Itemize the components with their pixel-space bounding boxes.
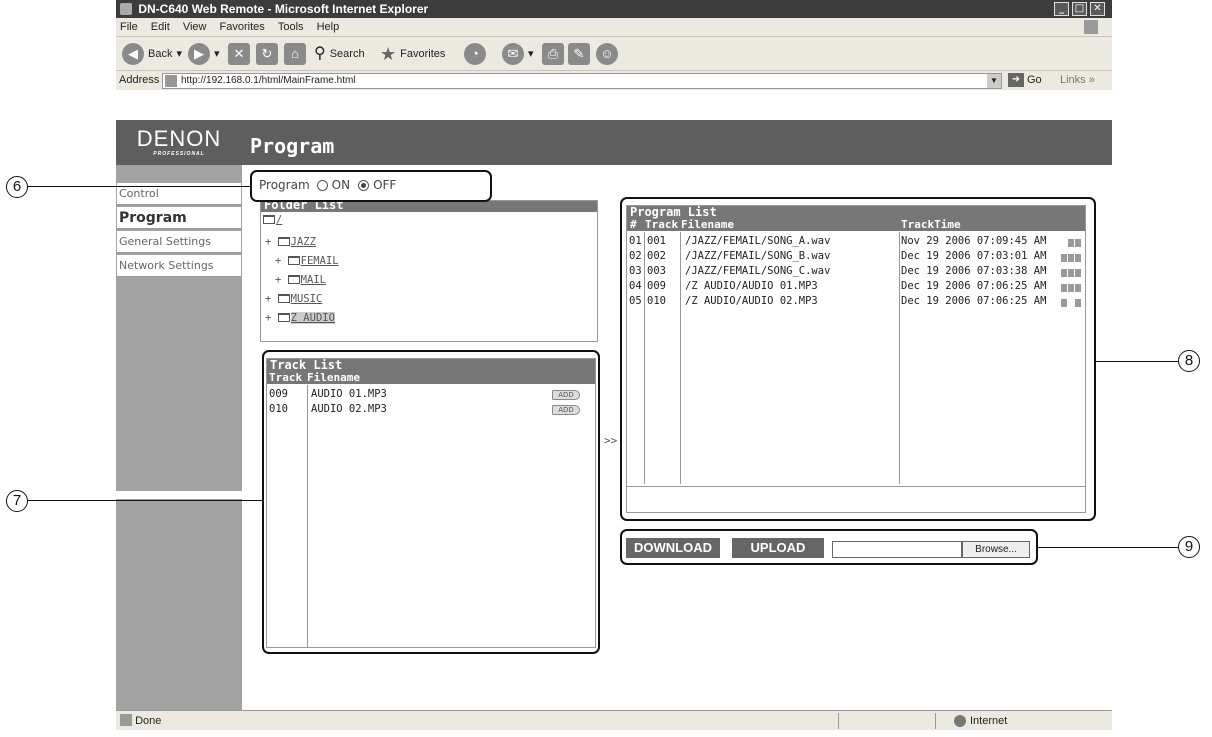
callout-6-box: [250, 170, 492, 202]
go-arrow-icon: ➜: [1008, 73, 1024, 87]
history-icon: ◔: [464, 43, 486, 65]
folder-list-title: Folder List: [261, 201, 597, 212]
sidebar-item-program[interactable]: Program: [117, 207, 241, 229]
callout-6-line: [28, 186, 250, 187]
sidebar-item-general-settings[interactable]: General Settings: [117, 231, 241, 253]
sidebar-divider: [116, 491, 242, 499]
folder-root[interactable]: /: [263, 214, 282, 226]
menu-help[interactable]: Help: [317, 21, 340, 33]
ie-icon: [120, 3, 132, 15]
go-button[interactable]: ➜ Go: [1008, 73, 1042, 87]
toolbar: ◀ Back ▾ ▶ ▾ ✕ ↻ ⌂ ⚲ Search ★ Favorites ◔ …: [116, 36, 1112, 70]
status-bar: Done Internet: [116, 710, 1112, 730]
refresh-icon: ↻: [256, 43, 278, 65]
home-button[interactable]: ⌂: [284, 42, 306, 66]
denon-logo: DENON PROFESSIONAL: [116, 120, 242, 165]
globe-icon: [954, 715, 966, 727]
page-title: Program: [250, 134, 335, 158]
forward-arrow-icon: ▶: [188, 43, 210, 65]
callout-7-box: [262, 350, 600, 654]
callout-8-line: [1096, 361, 1178, 362]
home-icon: ⌂: [284, 43, 306, 65]
callout-9: 9: [1178, 536, 1200, 558]
callout-7-line: [28, 500, 262, 501]
address-label: Address: [119, 74, 160, 86]
folder-icon: [287, 275, 300, 284]
page-header: Program: [116, 120, 1112, 165]
edit-button[interactable]: ✎: [568, 42, 590, 66]
minimize-button[interactable]: _: [1054, 2, 1069, 16]
favorites-button[interactable]: ★ Favorites: [380, 42, 445, 66]
windows-logo-icon: [1084, 20, 1098, 34]
menu-edit[interactable]: Edit: [151, 21, 170, 33]
folder-item-jazz[interactable]: + JAZZ: [265, 236, 316, 248]
print-icon: ⎙: [542, 43, 564, 65]
back-arrow-icon: ◀: [122, 43, 144, 65]
forward-button[interactable]: ▶ ▾: [188, 42, 220, 66]
callout-8-box: [620, 197, 1096, 521]
folder-item-music[interactable]: + MUSIC: [265, 293, 322, 305]
status-zone: Internet: [970, 715, 1008, 727]
star-icon: ★: [380, 44, 397, 64]
callout-9-line: [1038, 547, 1178, 548]
menu-favorites[interactable]: Favorites: [220, 21, 265, 33]
folder-item-z-audio[interactable]: + Z AUDIO: [265, 312, 335, 324]
close-button[interactable]: ✕: [1090, 2, 1105, 16]
mail-icon: ✉: [502, 43, 524, 65]
history-button[interactable]: ◔: [464, 42, 486, 66]
messenger-icon: ☺: [596, 43, 618, 65]
links-button[interactable]: Links »: [1060, 74, 1095, 86]
address-bar: Address http://192.168.0.1/html/MainFram…: [116, 70, 1112, 90]
stop-icon: ✕: [228, 43, 250, 65]
back-button[interactable]: ◀ Back ▾: [122, 42, 182, 66]
status-text: Done: [135, 715, 162, 727]
window-title: DN-C640 Web Remote - Microsoft Internet …: [138, 2, 429, 16]
folder-item-femail[interactable]: + FEMAIL: [275, 255, 339, 267]
sidebar-item-network-settings[interactable]: Network Settings: [117, 255, 241, 277]
menu-view[interactable]: View: [183, 21, 207, 33]
title-bar: DN-C640 Web Remote - Microsoft Internet …: [116, 0, 1112, 18]
search-button[interactable]: ⚲ Search: [314, 42, 365, 66]
folder-icon: [277, 294, 290, 303]
folder-list-panel: Folder List / + JAZZ + FEMAIL + MAIL + M…: [260, 200, 598, 342]
callout-9-box: [620, 529, 1038, 565]
maximize-button[interactable]: □: [1072, 2, 1087, 16]
address-input[interactable]: http://192.168.0.1/html/MainFrame.html ▼: [162, 73, 1002, 89]
messenger-button[interactable]: ☺: [596, 42, 618, 66]
page-icon: [165, 75, 177, 87]
refresh-button[interactable]: ↻: [256, 42, 278, 66]
folder-icon: [277, 237, 290, 246]
status-separator: [838, 713, 936, 729]
callout-6: 6: [6, 176, 28, 198]
stop-button[interactable]: ✕: [228, 42, 250, 66]
menu-tools[interactable]: Tools: [278, 21, 304, 33]
callout-7: 7: [6, 490, 28, 512]
edit-icon: ✎: [568, 43, 590, 65]
sidebar: Control Program General Settings Network…: [116, 165, 242, 710]
folder-item-mail[interactable]: + MAIL: [275, 274, 326, 286]
print-button[interactable]: ⎙: [542, 42, 564, 66]
folder-icon: [277, 313, 290, 322]
folder-icon: [287, 256, 300, 265]
menu-file[interactable]: File: [120, 21, 138, 33]
search-icon: ⚲: [314, 45, 326, 62]
move-to-program-arrow[interactable]: >>: [604, 434, 617, 447]
folder-icon: [263, 215, 275, 224]
callout-8: 8: [1178, 350, 1200, 372]
menu-bar: File Edit View Favorites Tools Help: [116, 18, 1112, 36]
page-done-icon: [120, 714, 132, 726]
mail-button[interactable]: ✉ ▾: [502, 42, 534, 66]
dropdown-arrow-icon[interactable]: ▼: [987, 74, 1001, 88]
